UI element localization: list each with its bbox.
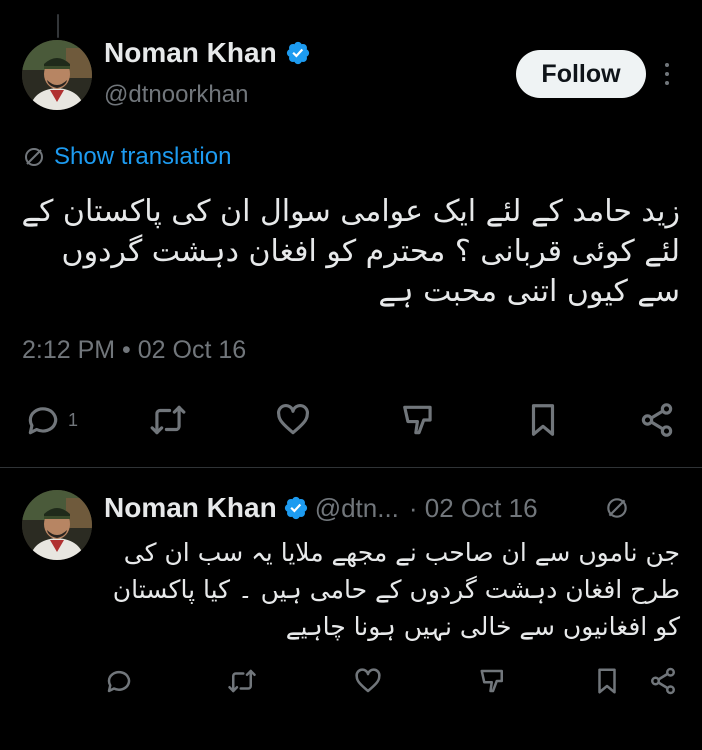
reply-author-avatar[interactable] [22,490,92,560]
tweet-text: زید حامد کے لئے ایک عوامی سوال ان کی پاک… [21,194,680,309]
author-name-text: Noman Khan [104,37,277,68]
retweet-icon [150,405,186,435]
bookmark-button[interactable] [524,401,562,439]
dislike-icon [480,669,503,693]
reply-retweet-button[interactable] [226,666,258,696]
share-button[interactable] [638,401,676,439]
reply-header: Noman Khan @dtn... · 02 Oct 16 [104,492,538,524]
thread-connector-line [57,14,59,38]
reply-reply-button[interactable] [104,666,134,696]
verified-badge-icon [283,495,309,521]
more-dots-icon[interactable] [659,58,675,90]
dislike-icon [403,405,432,435]
reply-text: جن ناموں سے ان صاحب نے مجھے ملایا یہ سب … [112,538,680,641]
share-icon [651,667,675,695]
tweet-divider [0,467,702,468]
like-icon [277,404,309,435]
reply-count: 1 [68,409,79,430]
translate-icon[interactable] [604,495,630,521]
reply-bookmark-button[interactable] [592,666,622,696]
retweet-button[interactable] [148,401,188,439]
retweet-icon [228,669,256,693]
reply-author-name[interactable]: Noman Khan [104,492,277,524]
reply-author-handle[interactable]: @dtn... [315,493,399,524]
reply-avatar-image [22,490,92,560]
reply-icon [28,407,58,435]
translate-icon [22,145,46,169]
reply-like-button[interactable] [352,666,384,696]
author-name[interactable]: Noman Khan [104,37,311,69]
reply-share-button[interactable] [648,666,678,696]
show-translation-label: Show translation [54,143,232,170]
author-avatar[interactable] [22,40,92,110]
like-icon [355,668,381,693]
avatar-image [22,40,92,110]
follow-button[interactable]: Follow [516,50,646,98]
author-handle[interactable]: @dtnoorkhan [104,81,248,109]
show-translation-link[interactable]: Show translation [22,143,231,171]
reply-dislike-button[interactable] [477,666,509,696]
share-icon [641,403,673,437]
reply-icon [107,670,131,693]
reply-date[interactable]: · 02 Oct 16 [409,493,538,524]
verified-badge-icon [285,40,311,66]
bookmark-icon [598,668,616,694]
tweet-timestamp[interactable]: 2:12 PM • 02 Oct 16 [22,336,246,365]
like-button[interactable] [273,401,313,439]
bookmark-icon [531,404,555,436]
dislike-button[interactable] [399,401,439,439]
reply-button[interactable]: 1 [24,401,78,439]
